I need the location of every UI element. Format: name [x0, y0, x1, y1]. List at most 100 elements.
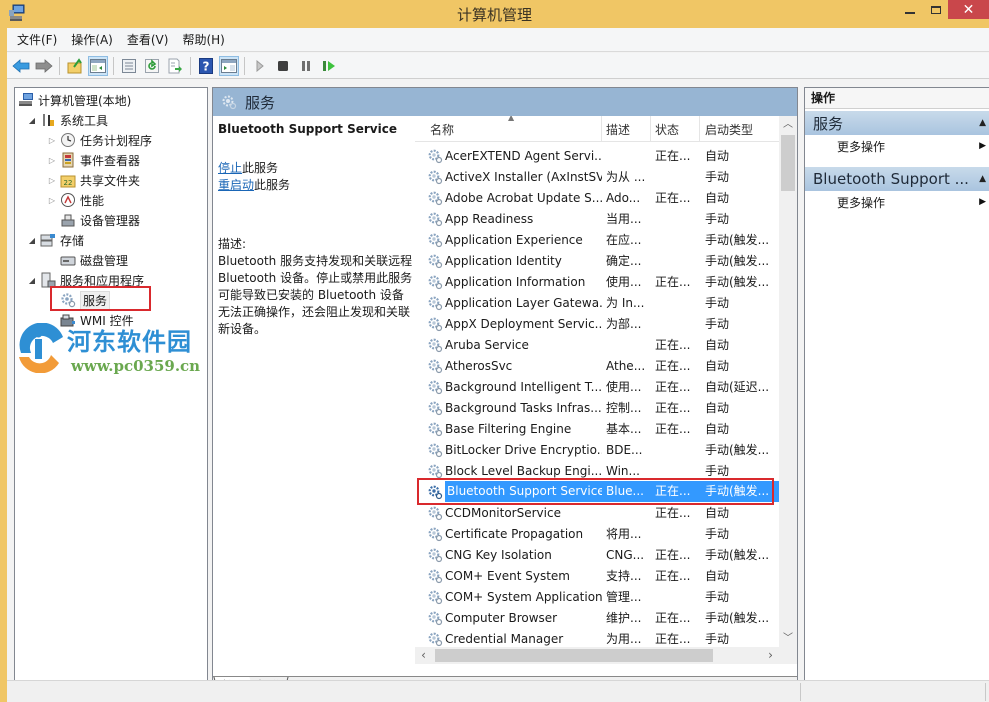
service-row[interactable]: Computer Browser 维护... 正在... 手动(触发...	[415, 607, 779, 628]
expanded-arrow-icon[interactable]: ◢	[27, 276, 37, 285]
properties-button[interactable]	[119, 56, 139, 76]
service-description-cell: Ado...	[606, 190, 641, 205]
collapse-up-icon[interactable]: ▲	[979, 118, 986, 128]
service-row[interactable]: Aruba Service 正在... 自动	[415, 334, 779, 355]
tree-item-label: 事件查看器	[80, 153, 141, 168]
service-row[interactable]: CCDMonitorService 正在... 自动	[415, 502, 779, 523]
up-one-level-button[interactable]	[65, 56, 85, 76]
column-header-status[interactable]: 状态	[651, 116, 700, 141]
service-row[interactable]: AtherosSvc Athe... 正在... 自动	[415, 355, 779, 376]
pause-service-button[interactable]	[296, 56, 316, 76]
service-row[interactable]: Base Filtering Engine 基本... 正在... 自动	[415, 418, 779, 439]
tree-item-label: WMI 控件	[80, 313, 134, 328]
collapsed-arrow-icon[interactable]: ▷	[47, 136, 57, 145]
scroll-left-icon[interactable]: ‹	[415, 647, 432, 664]
tree-item-computer-management[interactable]: 计算机管理(本地)	[18, 90, 131, 110]
collapse-up-icon[interactable]: ▲	[979, 174, 986, 184]
service-startup-type-cell: 手动	[705, 317, 730, 331]
service-row[interactable]: Application Experience 在应... 手动(触发...	[415, 229, 779, 250]
action-more-actions-bluetooth-label: 更多操作	[837, 195, 886, 210]
scroll-down-icon[interactable]: ﹀	[779, 630, 797, 647]
collapsed-arrow-icon[interactable]: ▷	[47, 176, 57, 185]
service-row[interactable]: App Readiness 当用... 手动	[415, 208, 779, 229]
collapsed-arrow-icon[interactable]: ▷	[47, 196, 57, 205]
expanded-arrow-icon[interactable]: ◢	[27, 236, 37, 245]
back-arrow-icon	[12, 58, 30, 73]
service-row[interactable]: COM+ Event System 支持... 正在... 自动	[415, 565, 779, 586]
service-row[interactable]: CNG Key Isolation CNG... 正在... 手动(触发...	[415, 544, 779, 565]
tree-item-task-scheduler[interactable]: ▷ 任务计划程序	[47, 130, 152, 150]
service-status-cell: 正在...	[655, 149, 691, 163]
service-row[interactable]: Application Identity 确定... 手动(触发...	[415, 250, 779, 271]
action-more-actions-bluetooth[interactable]: 更多操作 ▶	[805, 191, 989, 213]
horizontal-scroll-thumb[interactable]	[435, 649, 713, 662]
horizontal-scrollbar[interactable]: ‹ ›	[415, 647, 779, 664]
restart-service-link[interactable]: 重启动	[218, 178, 254, 192]
service-name-cell: Base Filtering Engine	[415, 421, 602, 437]
actions-group-bluetooth[interactable]: Bluetooth Support ... ▲	[805, 167, 989, 191]
service-name-cell: COM+ Event System	[415, 568, 602, 584]
menu-help[interactable]: 帮助(H)	[175, 28, 231, 52]
expanded-arrow-icon[interactable]: ◢	[27, 116, 37, 125]
stop-service-link[interactable]: 停止	[218, 161, 242, 175]
column-header-name[interactable]: ▲ 名称	[415, 116, 602, 141]
service-row[interactable]: Credential Manager 为用... 正在... 手动	[415, 628, 779, 649]
tree-item-disk-management[interactable]: 磁盘管理	[47, 250, 128, 270]
service-description-cell: 为部...	[606, 317, 642, 331]
tree-item-event-viewer[interactable]: ▷ 事件查看器	[47, 150, 140, 170]
resume-service-button[interactable]	[319, 56, 339, 76]
service-row[interactable]: Application Layer Gatewa... 为 In... 手动	[415, 292, 779, 313]
minimize-button[interactable]	[896, 0, 924, 20]
service-startup-type-cell: 手动(触发...	[705, 275, 770, 289]
service-row[interactable]: Block Level Backup Engi... Win... 手动	[415, 460, 779, 481]
maximize-button[interactable]	[922, 0, 950, 20]
tree-item-device-manager[interactable]: 设备管理器	[47, 210, 140, 230]
menu-view[interactable]: 查看(V)	[120, 28, 176, 52]
stop-service-button[interactable]	[273, 56, 293, 76]
service-row[interactable]: Background Intelligent T... 使用... 正在... 自动(…	[415, 376, 779, 397]
service-name: Application Information	[445, 274, 586, 289]
tree-item-label: 设备管理器	[80, 213, 141, 228]
export-list-button[interactable]	[165, 56, 185, 76]
toolbar-separator	[59, 56, 60, 75]
service-row[interactable]: AppX Deployment Servic... 为部... 手动	[415, 313, 779, 334]
service-row[interactable]: Background Tasks Infras... 控制... 正在... 自动	[415, 397, 779, 418]
service-row[interactable]: AcerEXTEND Agent Servi... 正在... 自动	[415, 145, 779, 166]
action-more-actions[interactable]: 更多操作 ▶	[805, 135, 989, 157]
show-hide-console-tree-button[interactable]	[88, 55, 108, 76]
service-row[interactable]: BitLocker Drive Encryptio... BDE... 手动(触发.…	[415, 439, 779, 460]
actions-group-bluetooth-label: Bluetooth Support ...	[813, 170, 969, 188]
service-description-cell: 将用...	[606, 527, 642, 541]
help-button[interactable]: ?	[196, 56, 216, 76]
service-name-cell: COM+ System Application	[415, 589, 602, 605]
vertical-scrollbar[interactable]: ︿ ﹀	[779, 116, 797, 647]
watermark-logo-icon	[19, 323, 63, 373]
back-button[interactable]	[11, 56, 31, 76]
service-row[interactable]: Adobe Acrobat Update S... Ado... 正在... 自动	[415, 187, 779, 208]
menu-file[interactable]: 文件(F)	[10, 28, 64, 52]
tree-item-shared-folders[interactable]: ▷ 22 共享文件夹	[47, 170, 140, 190]
service-row[interactable]: Application Information 使用... 正在... 手动(触发..…	[415, 271, 779, 292]
service-row[interactable]: COM+ System Application 管理... 手动	[415, 586, 779, 607]
scroll-right-icon[interactable]: ›	[762, 647, 779, 664]
show-hide-action-pane-button[interactable]	[219, 55, 239, 76]
service-row[interactable]: ActiveX Installer (AxInstSV) 为从 ... 手动	[415, 166, 779, 187]
menu-action[interactable]: 操作(A)	[64, 28, 120, 52]
tree-item-wmi-control[interactable]: WMI 控件	[47, 310, 134, 330]
actions-group-services[interactable]: 服务 ▲	[805, 111, 989, 135]
vertical-scroll-thumb[interactable]	[781, 135, 795, 191]
tree-item-storage[interactable]: ◢ 存储	[27, 230, 84, 250]
start-service-button[interactable]	[250, 56, 270, 76]
collapsed-arrow-icon[interactable]: ▷	[47, 156, 57, 165]
export-list-icon	[168, 58, 182, 73]
forward-button[interactable]	[34, 56, 54, 76]
column-header-description[interactable]: 描述	[602, 116, 651, 141]
column-header-startup-type[interactable]: 启动类型	[700, 116, 779, 141]
service-row[interactable]: Certificate Propagation 将用... 手动	[415, 523, 779, 544]
scroll-up-icon[interactable]: ︿	[779, 116, 797, 133]
tree-item-system-tools[interactable]: ◢ 系统工具	[27, 110, 108, 130]
tree-item-performance[interactable]: ▷ 性能	[47, 190, 104, 210]
close-button[interactable]: ✕	[948, 0, 989, 19]
service-row[interactable]: Bluetooth Support Service Blue... 正在... 手动(…	[415, 478, 779, 505]
refresh-button[interactable]	[142, 56, 162, 76]
